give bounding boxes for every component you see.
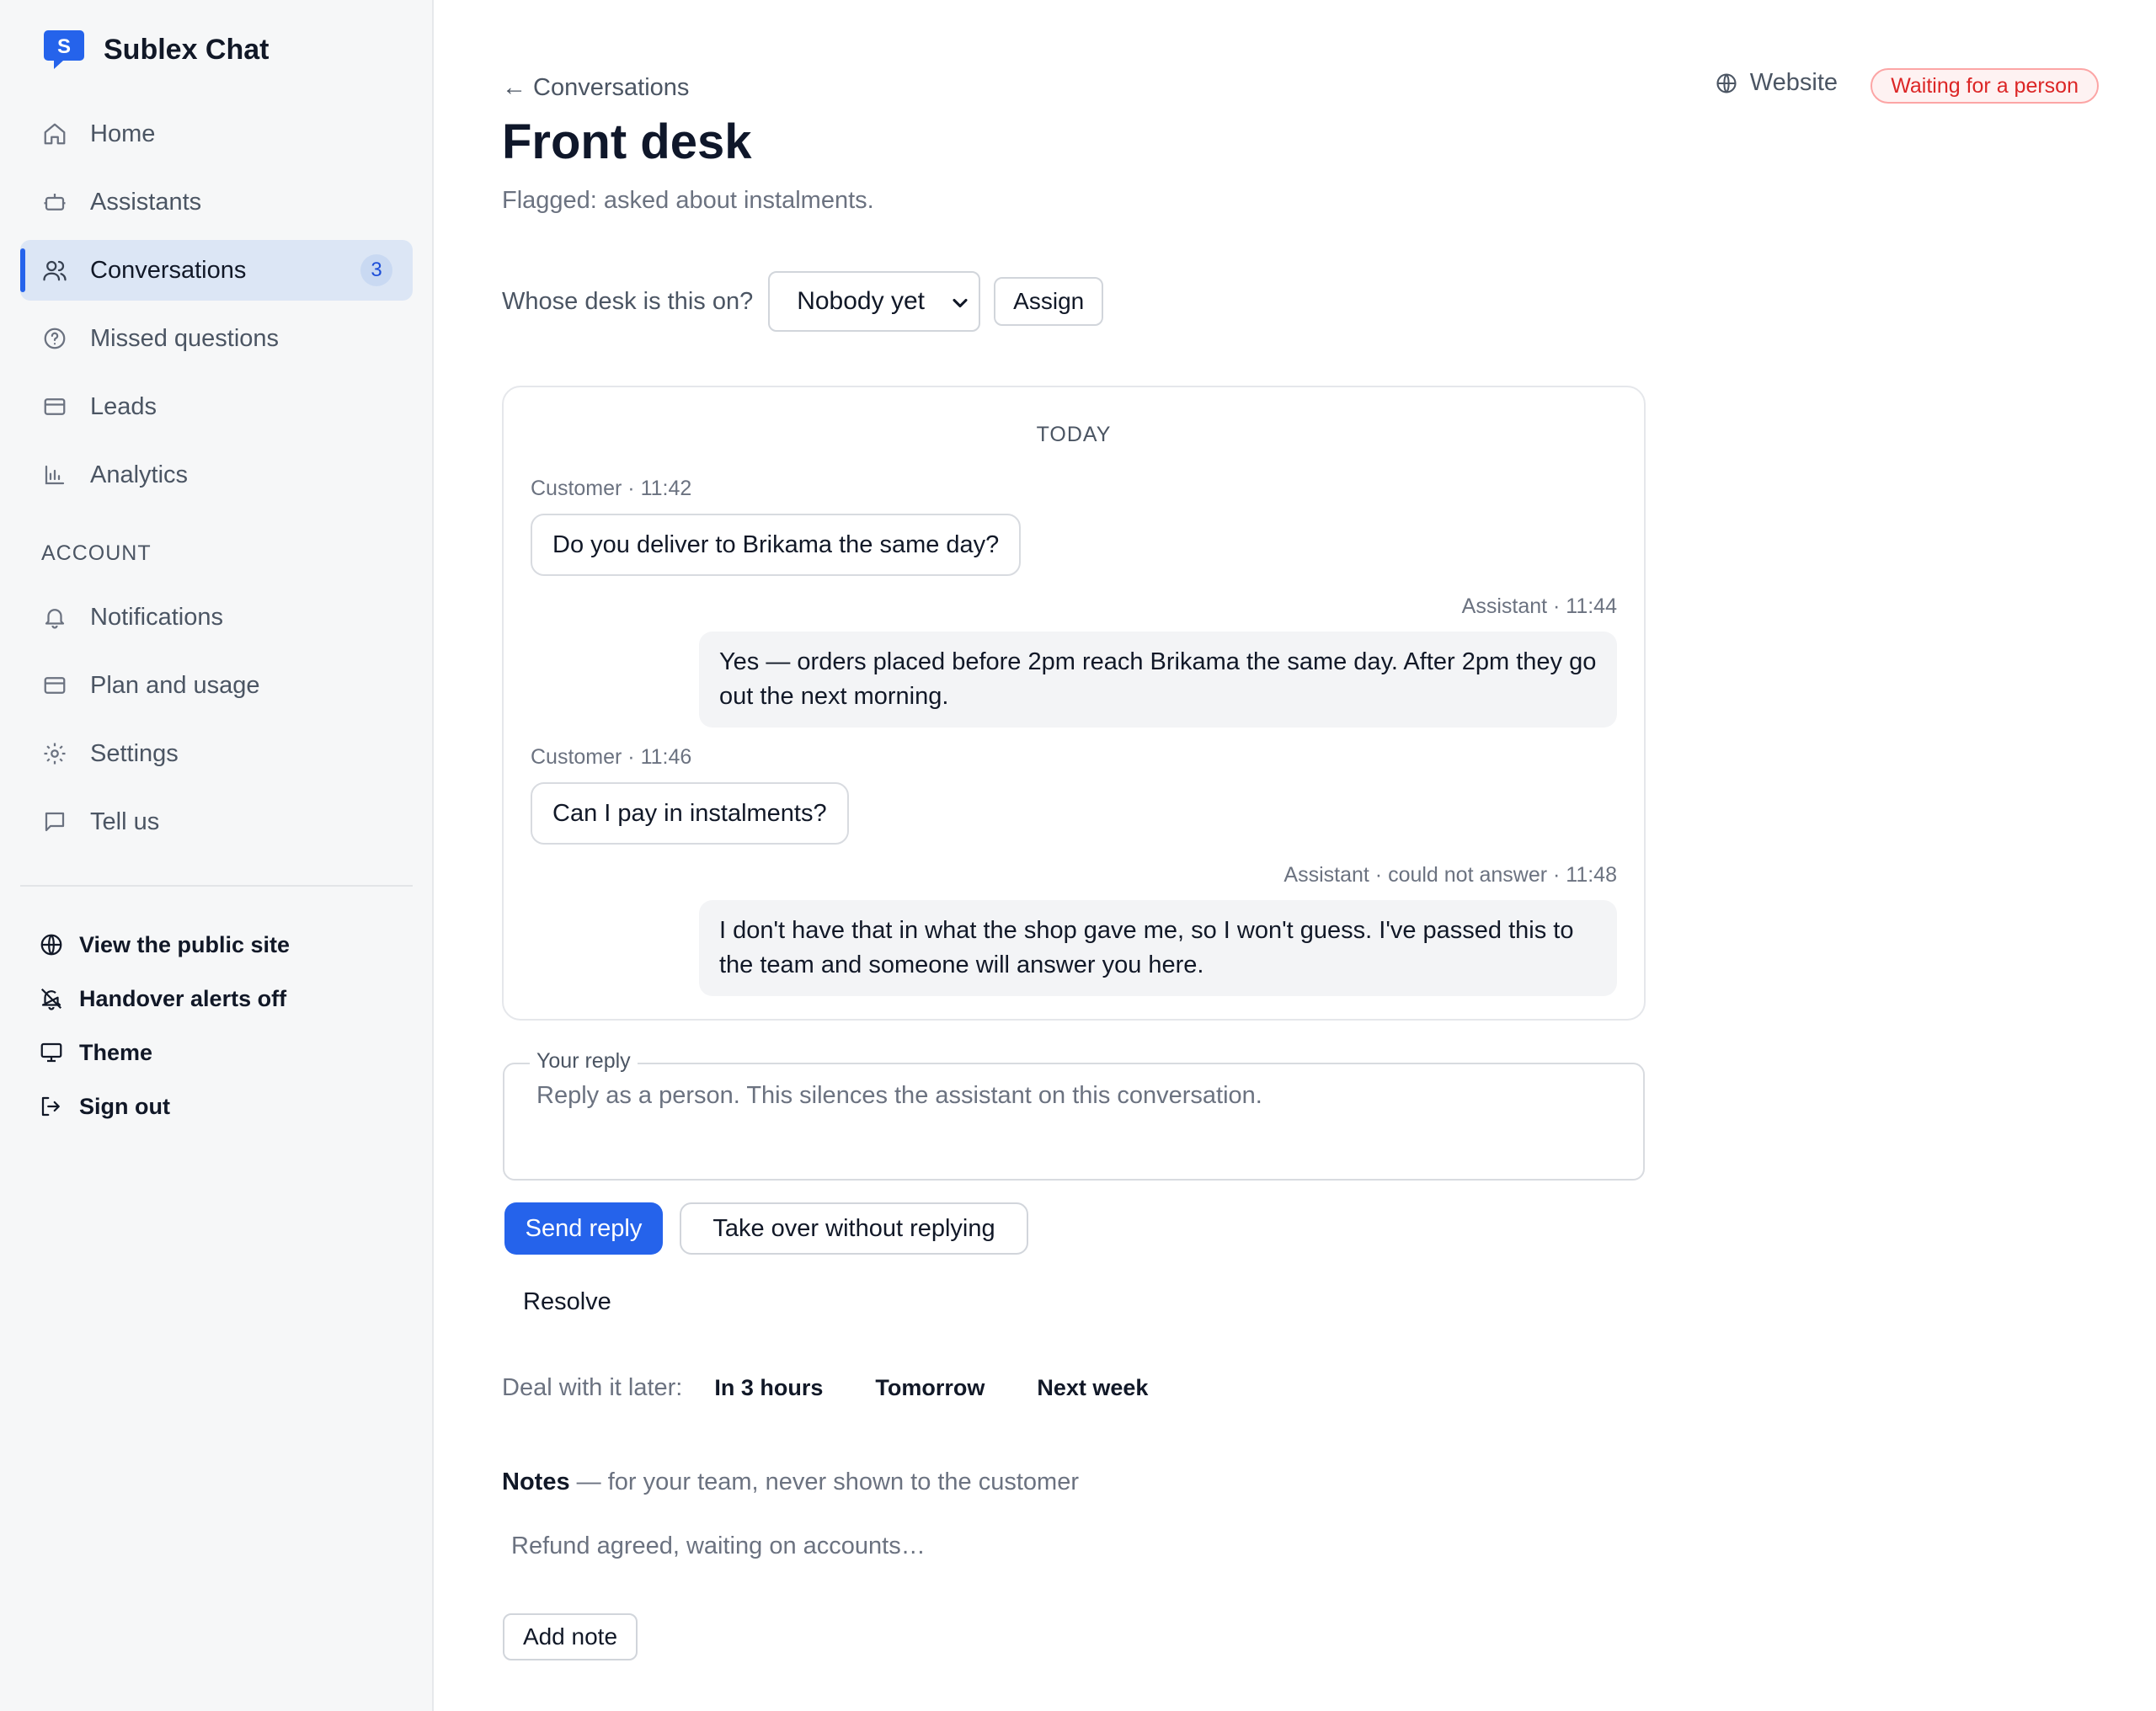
- nav-label: Plan and usage: [90, 671, 260, 699]
- nav-label: Settings: [90, 739, 179, 767]
- nav-label: Home: [90, 120, 156, 147]
- resolve-button[interactable]: Resolve: [523, 1288, 611, 1316]
- assign-button[interactable]: Assign: [994, 277, 1104, 326]
- gear-icon: [40, 739, 69, 768]
- message-meta: Customer · 11:46: [531, 745, 692, 769]
- main-panel: ← Conversations Front desk Flagged: aske…: [434, 0, 2156, 1711]
- message-square-icon: [40, 808, 69, 836]
- nav-label: Tell us: [90, 808, 160, 835]
- channel-label: Website: [1749, 69, 1838, 96]
- page-title: Front desk: [502, 115, 752, 169]
- view-public-site-link[interactable]: View the public site: [37, 926, 290, 963]
- sign-out-link[interactable]: Sign out: [37, 1088, 170, 1125]
- snooze-next-week-button[interactable]: Next week: [1037, 1375, 1148, 1401]
- util-label: Handover alerts off: [79, 985, 287, 1011]
- monitor-icon: [37, 1038, 66, 1067]
- nav-item-tell-us[interactable]: Tell us: [20, 792, 413, 852]
- nav-item-plan-and-usage[interactable]: Plan and usage: [20, 655, 413, 716]
- globe-icon: [1715, 72, 1738, 95]
- assistant-message: I don't have that in what the shop gave …: [699, 900, 1617, 996]
- nav-item-home[interactable]: Home: [20, 104, 413, 164]
- snooze-3-hours-button[interactable]: In 3 hours: [714, 1375, 823, 1401]
- util-label: Sign out: [79, 1093, 170, 1119]
- nav-label: Analytics: [90, 461, 189, 488]
- day-separator: TODAY: [1036, 423, 1112, 446]
- customer-message: Do you deliver to Brikama the same day?: [531, 514, 1022, 576]
- home-icon: [40, 120, 69, 148]
- snooze-label: Deal with it later:: [502, 1374, 683, 1401]
- nav-item-analytics[interactable]: Analytics: [20, 445, 413, 505]
- notes-subtitle: — for your team, never shown to the cust…: [569, 1468, 1080, 1495]
- send-reply-button[interactable]: Send reply: [504, 1202, 663, 1255]
- handover-alerts-toggle[interactable]: Handover alerts off: [37, 980, 286, 1017]
- nav-item-notifications[interactable]: Notifications: [20, 587, 413, 648]
- bell-off-icon: [37, 984, 66, 1013]
- sidebar: S Sublex Chat Home Assistants Conversati…: [0, 0, 434, 1711]
- back-to-conversations-link[interactable]: ← Conversations: [502, 74, 689, 102]
- customer-message: Can I pay in instalments?: [531, 782, 849, 845]
- reply-input[interactable]: [535, 1081, 1616, 1111]
- reply-label: Your reply: [530, 1049, 638, 1074]
- take-over-button[interactable]: Take over without replying: [680, 1202, 1028, 1255]
- users-icon: [40, 256, 69, 285]
- globe-icon: [37, 930, 66, 959]
- theme-toggle[interactable]: Theme: [37, 1034, 152, 1071]
- assignee-selected-value: Nobody yet: [797, 287, 925, 315]
- util-label: Theme: [79, 1039, 153, 1065]
- message-meta: Assistant · could not answer · 11:48: [1283, 863, 1617, 887]
- message-meta: Customer · 11:42: [531, 477, 692, 500]
- bar-chart-icon: [40, 461, 69, 489]
- nav-item-assistants[interactable]: Assistants: [20, 172, 413, 232]
- sign-out-icon: [37, 1092, 66, 1121]
- svg-text:S: S: [57, 35, 71, 58]
- account-section-label: ACCOUNT: [41, 541, 152, 565]
- nav-item-settings[interactable]: Settings: [20, 723, 413, 784]
- notes-title: Notes: [502, 1468, 570, 1495]
- flag-reason: Flagged: asked about instalments.: [502, 187, 874, 214]
- util-label: View the public site: [79, 931, 291, 957]
- status-badge: Waiting for a person: [1870, 68, 2099, 104]
- card-icon: [40, 392, 69, 421]
- brand[interactable]: S Sublex Chat: [43, 28, 269, 72]
- message-text: Can I pay in instalments?: [552, 799, 827, 827]
- nav-label: Notifications: [90, 603, 223, 631]
- channel-indicator: Website: [1715, 69, 1838, 97]
- message-text: Yes — orders placed before 2pm reach Bri…: [719, 648, 1597, 710]
- nav-label: Leads: [90, 392, 157, 420]
- bot-icon: [40, 188, 69, 216]
- conversation-transcript: TODAY Customer · 11:42 Do you deliver to…: [502, 386, 1646, 1021]
- add-note-button[interactable]: Add note: [503, 1613, 638, 1660]
- nav-item-conversations[interactable]: Conversations 3: [20, 240, 413, 301]
- message-text: I don't have that in what the shop gave …: [719, 917, 1574, 978]
- chevron-down-icon: [948, 291, 972, 322]
- assign-row: Whose desk is this on? Nobody yet Assign: [502, 271, 1104, 332]
- reply-field: Your reply: [503, 1049, 1645, 1181]
- snooze-row: Deal with it later: In 3 hours Tomorrow …: [502, 1374, 1200, 1402]
- nav-item-leads[interactable]: Leads: [20, 376, 413, 437]
- bell-icon: [40, 603, 69, 632]
- message-meta: Assistant · 11:44: [1461, 594, 1617, 618]
- assignee-select[interactable]: Nobody yet: [768, 271, 981, 332]
- snooze-tomorrow-button[interactable]: Tomorrow: [875, 1375, 985, 1401]
- assistant-message: Yes — orders placed before 2pm reach Bri…: [699, 632, 1617, 728]
- sidebar-divider: [20, 885, 413, 887]
- nav-label: Conversations: [90, 256, 247, 284]
- question-circle-icon: [40, 324, 69, 353]
- notes-heading: Notes — for your team, never shown to th…: [502, 1468, 1079, 1496]
- unread-count-badge: 3: [360, 254, 392, 286]
- nav-label: Missed questions: [90, 324, 280, 352]
- nav-item-missed-questions[interactable]: Missed questions: [20, 308, 413, 369]
- nav-label: Assistants: [90, 188, 202, 216]
- brand-name: Sublex Chat: [104, 33, 270, 66]
- message-text: Do you deliver to Brikama the same day?: [552, 530, 1000, 558]
- brand-logo: S: [43, 29, 85, 71]
- card-icon: [40, 671, 69, 700]
- assign-label: Whose desk is this on?: [502, 287, 754, 315]
- note-input[interactable]: [501, 1522, 1645, 1570]
